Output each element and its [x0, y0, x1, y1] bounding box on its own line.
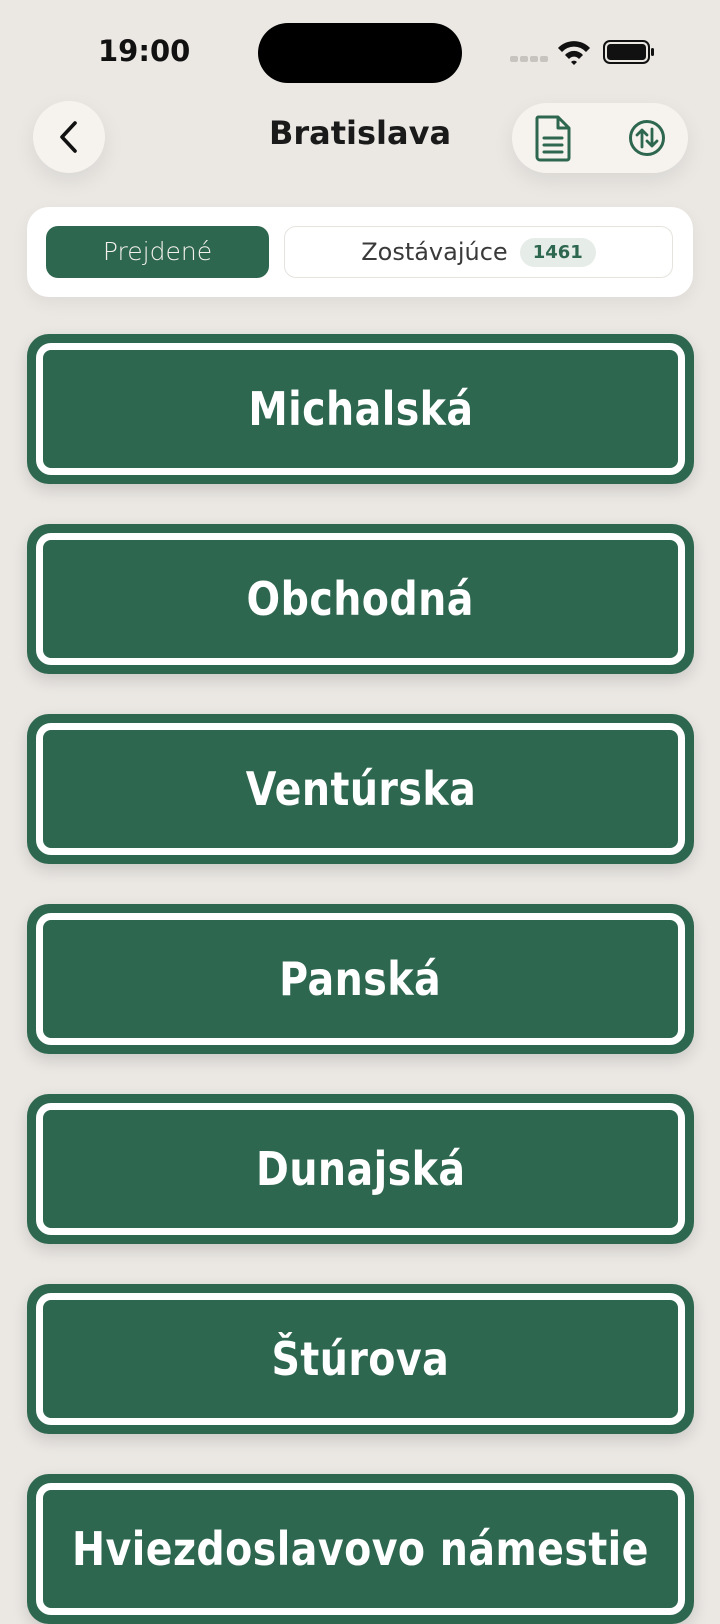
- street-name: Štúrova: [271, 1332, 450, 1386]
- street-name: Dunajská: [255, 1142, 466, 1196]
- chevron-left-icon: [60, 121, 77, 153]
- street-sign-frame: Panská: [36, 913, 685, 1045]
- street-sign-frame: Dunajská: [36, 1103, 685, 1235]
- wifi-icon: [558, 41, 590, 65]
- tab-visited[interactable]: Prejdené: [46, 226, 269, 278]
- document-icon: [535, 115, 571, 162]
- status-bar: 19:00: [0, 0, 720, 100]
- nav-bar: Bratislava: [0, 100, 720, 180]
- street-name: Hviezdoslavovo námestie: [72, 1522, 649, 1576]
- battery-icon: [603, 40, 654, 64]
- remaining-count-badge: 1461: [519, 237, 596, 267]
- street-sign[interactable]: Hviezdoslavovo námestie: [27, 1474, 694, 1624]
- street-sign[interactable]: Ventúrska: [27, 714, 694, 864]
- street-sign-frame: Hviezdoslavovo námestie: [36, 1483, 685, 1615]
- dynamic-island: [258, 23, 462, 83]
- street-name: Ventúrska: [245, 762, 476, 816]
- cellular-signal-icon: [510, 50, 550, 64]
- street-sign[interactable]: Panská: [27, 904, 694, 1054]
- street-sign-frame: Obchodná: [36, 533, 685, 665]
- back-button[interactable]: [33, 101, 105, 173]
- page-title: Bratislava: [268, 114, 452, 152]
- tab-remaining-label: Zostávajúce: [361, 238, 508, 266]
- street-name: Panská: [279, 952, 442, 1006]
- street-name: Michalská: [247, 382, 474, 436]
- segmented-control: Prejdené Zostávajúce 1461: [27, 207, 693, 297]
- document-button[interactable]: [530, 115, 576, 162]
- tab-remaining[interactable]: Zostávajúce 1461: [284, 226, 673, 278]
- status-time: 19:00: [98, 34, 191, 68]
- sort-button[interactable]: [624, 115, 670, 161]
- sort-arrows-icon: [629, 120, 665, 156]
- street-sign-frame: Štúrova: [36, 1293, 685, 1425]
- street-sign-frame: Michalská: [36, 343, 685, 475]
- street-sign[interactable]: Obchodná: [27, 524, 694, 674]
- street-sign[interactable]: Štúrova: [27, 1284, 694, 1434]
- header-actions: [512, 103, 688, 173]
- street-sign-frame: Ventúrska: [36, 723, 685, 855]
- street-name: Obchodná: [246, 572, 475, 626]
- street-sign[interactable]: Dunajská: [27, 1094, 694, 1244]
- street-sign[interactable]: Michalská: [27, 334, 694, 484]
